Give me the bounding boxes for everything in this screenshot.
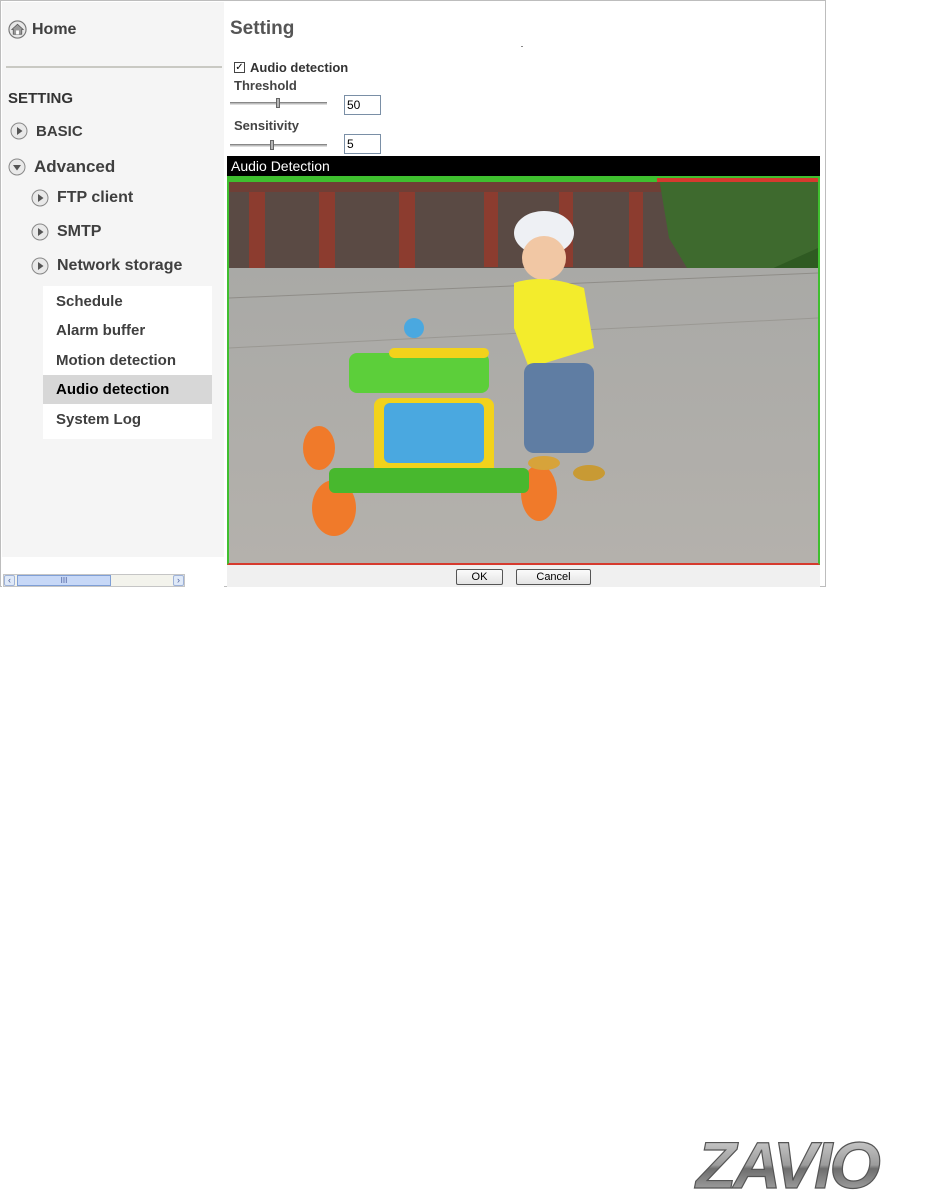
video-title-bar: Audio Detection [227,156,820,176]
nav-advanced-label: Advanced [34,157,116,176]
threshold-input[interactable]: 50 [344,95,381,115]
audio-detection-toggle[interactable]: ✓ Audio detection [234,60,348,75]
nav-smtp-label: SMTP [57,223,102,240]
submenu-item-motion-detection[interactable]: Motion detection [43,346,212,375]
page-title: Setting [230,18,295,39]
home-link[interactable]: Home [8,20,76,39]
arrow-right-icon [31,189,49,207]
nav-item-advanced[interactable]: Advanced [8,157,115,177]
home-label: Home [32,20,77,38]
submenu-item-schedule[interactable]: Schedule [43,287,212,316]
chevron-left-icon[interactable]: ‹ [4,575,15,586]
audio-detection-label: Audio detection [250,60,349,75]
submenu-item-alarm-buffer[interactable]: Alarm buffer [43,316,212,345]
arrow-right-icon [31,257,49,275]
app-window: Home SETTING BASIC Advanced FTP client S… [0,0,826,587]
sensitivity-slider[interactable] [230,140,327,150]
nav-ftp-label: FTP client [57,189,134,206]
scrollbar-thumb[interactable]: III [17,575,111,586]
arrow-right-icon [10,122,28,140]
sidebar: Home SETTING BASIC Advanced FTP client S… [2,2,224,587]
nav-item-ftp-client[interactable]: FTP client [31,189,133,207]
cancel-button[interactable]: Cancel [516,569,591,585]
threshold-label: Threshold [234,78,297,93]
arrow-down-icon [8,158,26,176]
sensitivity-label: Sensitivity [234,118,300,133]
button-bar: OK Cancel [227,565,820,587]
main-content: Setting ✓ Audio detection Threshold 50 S… [225,2,825,587]
sensitivity-input[interactable]: 5 [344,134,381,154]
slider-handle[interactable] [270,140,274,150]
zavio-logo: ZAVIO [693,1128,884,1200]
divider [6,66,222,68]
divider [521,46,523,47]
submenu-item-system-log[interactable]: System Log [43,405,212,434]
camera-image [229,178,818,563]
nav-item-network-storage[interactable]: Network storage [31,257,182,275]
nav-item-basic[interactable]: BASIC [10,122,83,140]
video-preview [227,176,820,565]
threshold-slider[interactable] [230,98,327,108]
check-icon[interactable]: ✓ [234,62,245,73]
advanced-submenu: Schedule Alarm buffer Motion detection A… [43,286,212,439]
horizontal-scrollbar[interactable]: ‹ III › [3,574,185,587]
submenu-item-audio-detection[interactable]: Audio detection [43,375,212,404]
slider-handle[interactable] [276,98,280,108]
slider-track [230,144,327,147]
home-icon [8,20,27,39]
audio-level-bar-red [657,178,818,182]
sidebar-panel [2,2,224,557]
arrow-right-icon [31,223,49,241]
nav-item-smtp[interactable]: SMTP [31,223,101,241]
nav-network-storage-label: Network storage [57,257,183,274]
audio-level-bar-green [229,178,657,182]
chevron-right-icon[interactable]: › [173,575,184,586]
logo-text: ZAVIO [694,1128,880,1200]
ok-button[interactable]: OK [456,569,503,585]
nav-basic-label: BASIC [36,122,83,140]
section-title: SETTING [8,90,74,107]
